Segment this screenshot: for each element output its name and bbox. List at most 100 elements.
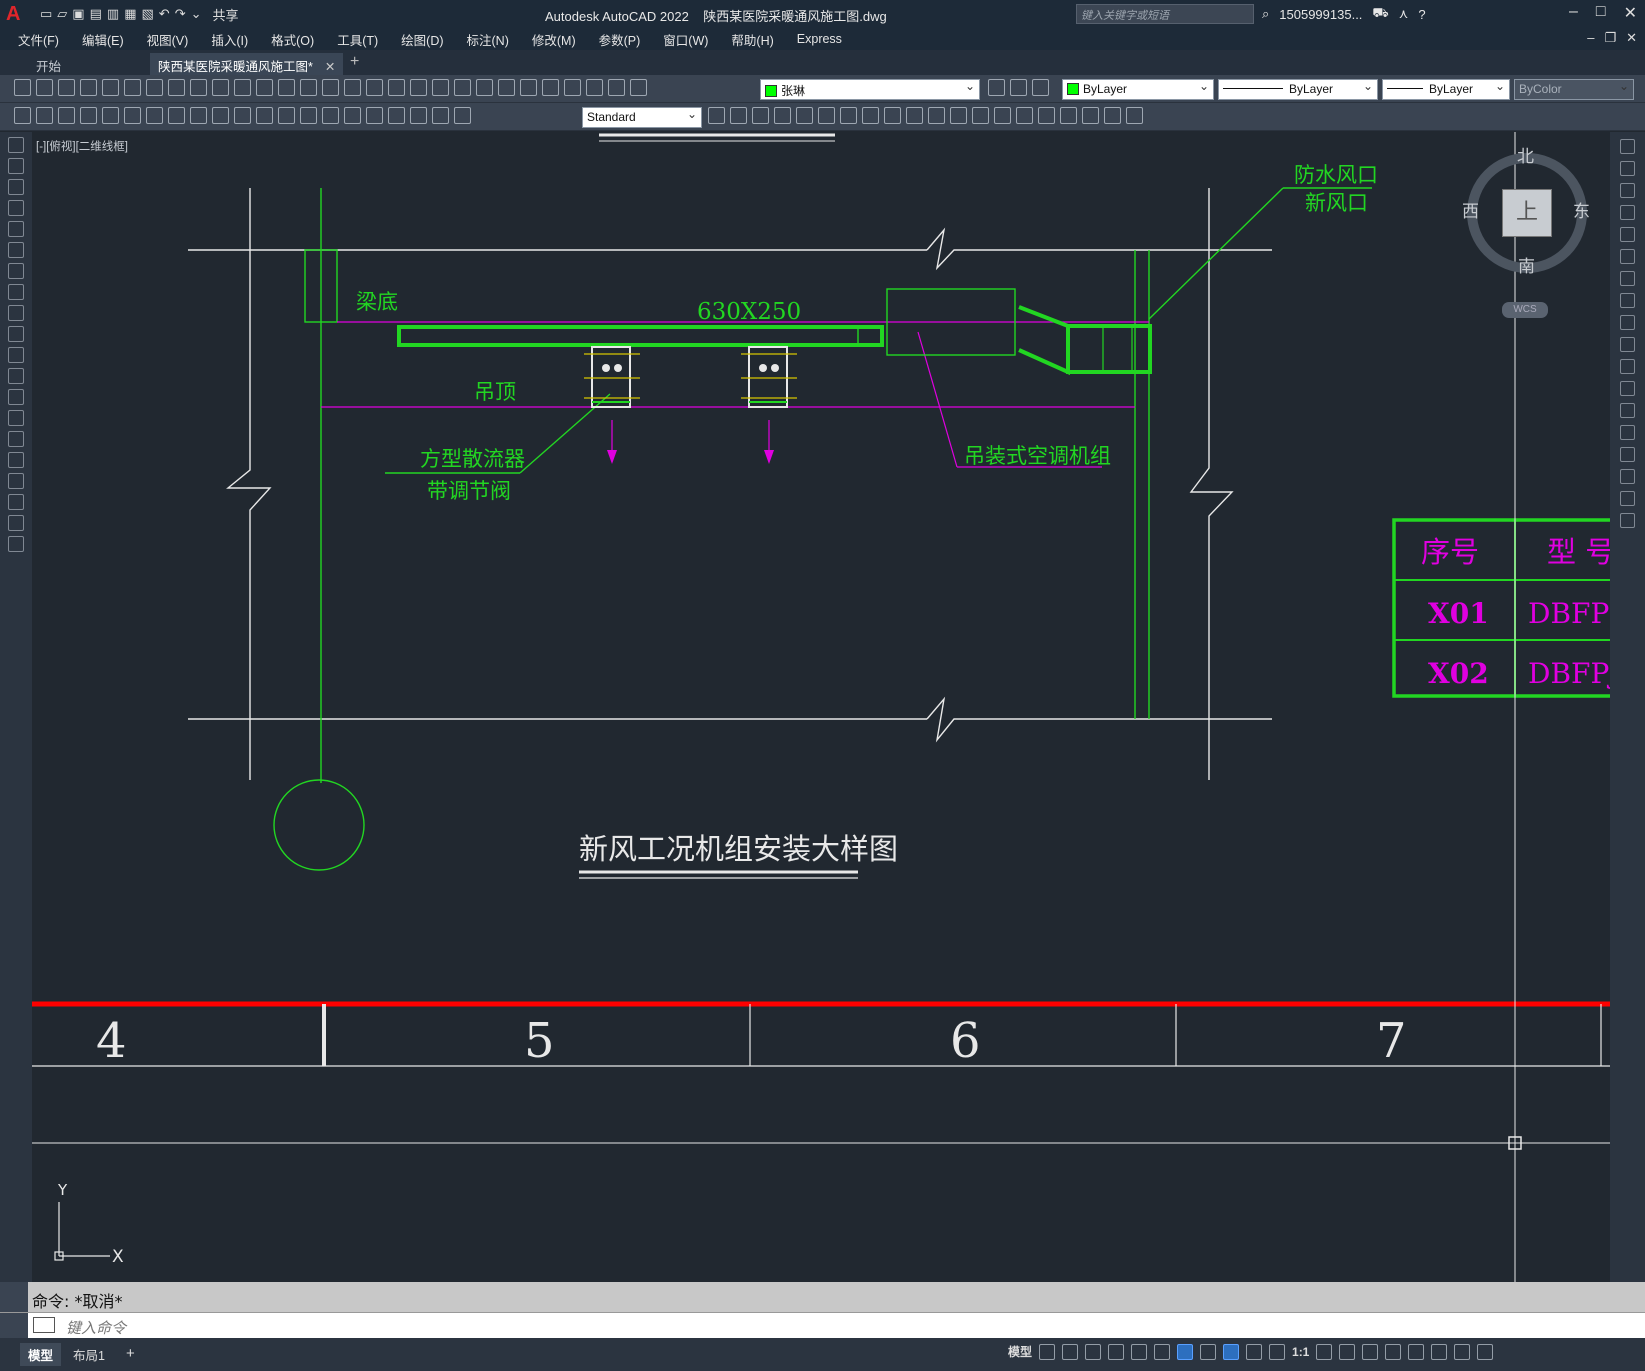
user-account[interactable]: 1505999135... — [1279, 7, 1362, 22]
dim-text-edit-icon[interactable] — [410, 107, 427, 124]
ellipse-icon[interactable] — [8, 326, 24, 342]
circle-icon[interactable] — [8, 263, 24, 279]
menu-window[interactable]: 窗口(W) — [663, 30, 708, 49]
doc-minimize-icon[interactable]: – — [1587, 30, 1594, 46]
dim-break-icon[interactable] — [278, 107, 295, 124]
publish-icon[interactable] — [124, 79, 141, 96]
polyline-edit-icon[interactable] — [1104, 107, 1121, 124]
layer-states-icon[interactable] — [1032, 79, 1049, 96]
open-icon[interactable] — [36, 79, 53, 96]
autocad-logo-icon[interactable]: A — [6, 3, 28, 25]
dim-ordinate-icon[interactable] — [80, 107, 97, 124]
menu-tools[interactable]: 工具(T) — [337, 30, 378, 49]
sheet-set-icon[interactable] — [476, 79, 493, 96]
tolerance-icon[interactable] — [300, 107, 317, 124]
web-icon[interactable] — [146, 79, 163, 96]
stretch-icon[interactable] — [1620, 315, 1635, 330]
redo-icon[interactable]: ↷ — [175, 6, 186, 22]
offset-icon[interactable] — [774, 107, 791, 124]
blend-icon[interactable] — [1620, 491, 1635, 506]
help-icon[interactable] — [542, 79, 559, 96]
add-layout-icon[interactable]: + — [118, 1343, 143, 1364]
dim-edit-icon[interactable] — [388, 107, 405, 124]
command-close-icon[interactable] — [0, 1282, 28, 1312]
trim-icon[interactable] — [1620, 337, 1635, 352]
object-snap-icon[interactable] — [1177, 1343, 1194, 1360]
scale-icon[interactable] — [862, 107, 879, 124]
layer-freeze-icon[interactable] — [608, 79, 625, 96]
explode-icon[interactable] — [1038, 107, 1055, 124]
stretch-icon[interactable] — [884, 107, 901, 124]
point-icon[interactable] — [8, 410, 24, 426]
tab-model[interactable]: 模型 — [20, 1343, 62, 1366]
multiline-text-icon[interactable] — [8, 515, 24, 531]
make-block-icon[interactable] — [8, 389, 24, 405]
explode-icon[interactable] — [1620, 513, 1635, 528]
copy-icon[interactable] — [190, 79, 207, 96]
tool-palettes-icon[interactable] — [454, 79, 471, 96]
cart-icon[interactable]: ⛟ — [1372, 5, 1388, 23]
region-icon[interactable] — [8, 473, 24, 489]
menu-modify[interactable]: 修改(M) — [532, 30, 576, 49]
menu-format[interactable]: 格式(O) — [271, 30, 314, 49]
ellipse-arc-icon[interactable] — [8, 347, 24, 363]
menu-express[interactable]: Express — [797, 32, 842, 46]
join-icon[interactable] — [972, 107, 989, 124]
ortho-icon[interactable] — [1085, 1343, 1102, 1360]
tab-close-icon[interactable]: ✕ — [325, 60, 335, 74]
text-style-dropdown[interactable]: Standard — [582, 107, 702, 128]
copy-object-icon[interactable] — [730, 107, 747, 124]
autodesk-app-icon[interactable]: ⋏ — [1399, 6, 1409, 22]
zoom-realtime-icon[interactable] — [344, 79, 361, 96]
spline-edit-icon[interactable] — [1126, 107, 1143, 124]
add-selected-icon[interactable] — [8, 536, 24, 552]
paste-icon[interactable] — [212, 79, 229, 96]
menu-edit[interactable]: 编辑(E) — [82, 30, 124, 49]
scale-icon[interactable] — [1620, 293, 1635, 308]
dim-continue-icon[interactable] — [234, 107, 251, 124]
fillet-icon[interactable] — [1016, 107, 1033, 124]
clean-screen-icon[interactable] — [1454, 1343, 1471, 1360]
search-input[interactable]: 键入关键字或短语 — [1076, 4, 1254, 24]
pan-icon[interactable] — [322, 79, 339, 96]
lineweight-icon[interactable] — [1200, 1343, 1217, 1360]
menu-help[interactable]: 帮助(H) — [731, 30, 773, 49]
rotate-icon[interactable] — [1620, 271, 1635, 286]
close-icon[interactable]: ✕ — [1624, 3, 1637, 23]
layer-on-icon[interactable] — [586, 79, 603, 96]
command-customize-icon[interactable] — [0, 1313, 28, 1339]
dim-style-manager-icon[interactable] — [708, 107, 725, 124]
dim-diameter-icon[interactable] — [146, 107, 163, 124]
plot-icon[interactable]: ▧ — [141, 6, 153, 22]
dim-arc-icon[interactable] — [58, 107, 75, 124]
construction-line-icon[interactable] — [8, 158, 24, 174]
gradient-icon[interactable] — [8, 452, 24, 468]
help-button[interactable]: ? — [1418, 7, 1425, 22]
undo-icon[interactable] — [278, 79, 295, 96]
hardware-acceleration-icon[interactable] — [1431, 1343, 1448, 1360]
center-mark-icon[interactable] — [322, 107, 339, 124]
hatch-icon[interactable] — [8, 431, 24, 447]
rectangle-icon[interactable] — [8, 221, 24, 237]
minimize-icon[interactable]: – — [1569, 3, 1578, 23]
block-icon[interactable] — [256, 79, 273, 96]
undo-icon[interactable]: ↶ — [159, 6, 170, 22]
share-button[interactable]: 共享 — [213, 5, 239, 24]
zoom-previous-icon[interactable] — [388, 79, 405, 96]
markup-icon[interactable] — [498, 79, 515, 96]
polyline-icon[interactable] — [8, 179, 24, 195]
customize-dropdown-icon[interactable]: ⌄ — [191, 6, 202, 22]
tab-start[interactable]: 开始 — [28, 53, 69, 75]
extend-icon[interactable] — [928, 107, 945, 124]
extend-icon[interactable] — [1620, 359, 1635, 374]
new-icon[interactable] — [14, 79, 31, 96]
dim-angular-icon[interactable] — [168, 107, 185, 124]
menu-draw[interactable]: 绘图(D) — [401, 30, 443, 49]
wcs-menu[interactable]: WCS — [1502, 302, 1548, 318]
viewcube-west[interactable]: 西 — [1462, 197, 1479, 222]
color-dropdown[interactable]: ByLayer — [1062, 79, 1214, 100]
match-icon[interactable] — [234, 79, 251, 96]
annotation-scale-value[interactable]: 1:1 — [1292, 1345, 1309, 1359]
mirror-icon[interactable] — [1620, 183, 1635, 198]
fillet-icon[interactable] — [1620, 469, 1635, 484]
